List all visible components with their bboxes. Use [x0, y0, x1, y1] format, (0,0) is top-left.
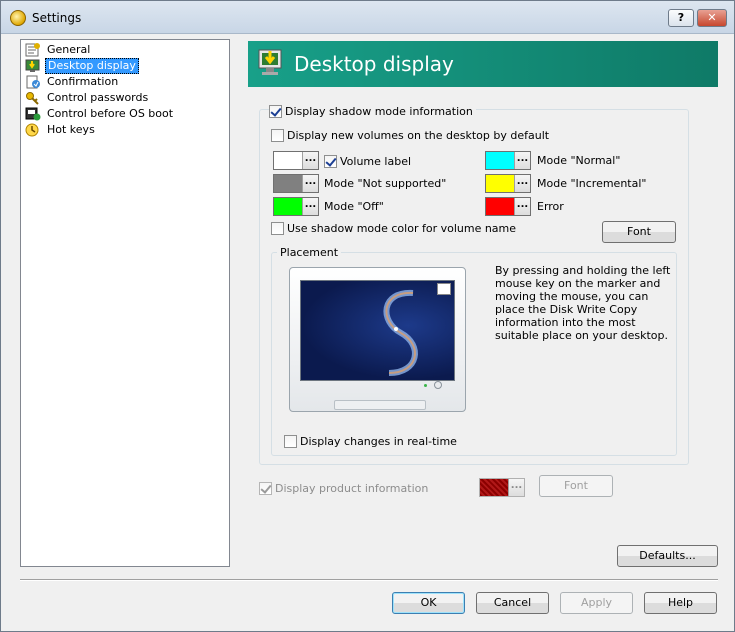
- color-swatch: [274, 175, 302, 192]
- color-browse-button[interactable]: ...: [302, 198, 318, 215]
- settings-app-icon: [10, 10, 26, 26]
- monitor-preview: [289, 267, 466, 412]
- checkbox-label: Display changes in real-time: [300, 434, 457, 448]
- hotkeys-icon: [25, 123, 41, 137]
- mode-normal-color-picker[interactable]: ...: [485, 151, 531, 170]
- monitor-base: [334, 400, 426, 410]
- ok-button[interactable]: OK: [392, 592, 465, 614]
- cancel-button[interactable]: Cancel: [476, 592, 549, 614]
- placement-description: By pressing and holding the left mouse k…: [495, 264, 671, 342]
- tree-item-desktop-display[interactable]: Desktop display: [25, 58, 139, 74]
- close-button[interactable]: ✕: [697, 9, 727, 27]
- page-title: Desktop display: [294, 52, 454, 76]
- color-swatch: [486, 175, 514, 192]
- volume-label-checkbox[interactable]: Volume label: [324, 154, 411, 168]
- desktop-icon: [25, 59, 41, 73]
- color-swatch: [274, 152, 302, 169]
- checkbox-box[interactable]: [259, 481, 272, 495]
- placement-label: Placement: [277, 246, 342, 259]
- use-shadow-color-checkbox[interactable]: Use shadow mode color for volume name: [271, 221, 516, 235]
- tree-item-control-before-os-boot[interactable]: Control before OS boot: [25, 106, 175, 122]
- settings-window: Settings ? ✕ General Desktop display Con…: [0, 0, 735, 632]
- boot-icon: [25, 107, 41, 121]
- wallpaper-swirl-icon: [383, 289, 418, 376]
- tree-item-label: Hot keys: [47, 123, 95, 136]
- mode-normal-label: Mode "Normal": [537, 154, 621, 167]
- checkbox-box[interactable]: [271, 221, 284, 235]
- mode-off-color-picker[interactable]: ...: [273, 197, 319, 216]
- checkbox-label: Volume label: [340, 154, 412, 168]
- power-button-icon: [434, 381, 442, 389]
- tree-item-label: Control before OS boot: [47, 107, 174, 120]
- power-led-icon: [424, 384, 427, 387]
- tree-item-label: Control passwords: [47, 91, 149, 104]
- volume-label-color-picker[interactable]: ...: [273, 151, 319, 170]
- color-browse-button[interactable]: ...: [508, 479, 524, 496]
- checkbox-label: Display shadow mode information: [285, 104, 473, 118]
- tree-item-label: Confirmation: [47, 75, 119, 88]
- display-shadow-mode-checkbox[interactable]: Display shadow mode information: [269, 104, 476, 118]
- product-info-color-picker[interactable]: ...: [479, 478, 525, 497]
- display-product-info-checkbox[interactable]: Display product information: [259, 481, 428, 495]
- tree-item-confirmation[interactable]: Confirmation: [25, 74, 120, 90]
- mode-incremental-color-picker[interactable]: ...: [485, 174, 531, 193]
- font-button[interactable]: Font: [602, 221, 676, 243]
- mode-incremental-label: Mode "Incremental": [537, 177, 647, 190]
- tree-item-label: General: [47, 43, 91, 56]
- checkbox-box[interactable]: [269, 104, 282, 118]
- color-browse-button[interactable]: ...: [514, 175, 530, 192]
- checkbox-label: Display new volumes on the desktop by de…: [287, 128, 550, 142]
- title-bar[interactable]: Settings ? ✕: [1, 1, 734, 34]
- desktop-display-icon: [258, 46, 284, 80]
- defaults-button[interactable]: Defaults...: [617, 545, 718, 567]
- tree-item-hot-keys[interactable]: Hot keys: [25, 122, 97, 138]
- help-title-button[interactable]: ?: [668, 9, 694, 27]
- confirmation-icon: [25, 75, 41, 89]
- checkbox-box[interactable]: [271, 128, 284, 142]
- tree-item-control-passwords[interactable]: Control passwords: [25, 90, 150, 106]
- color-swatch: [486, 152, 514, 169]
- color-swatch: [486, 198, 514, 215]
- display-new-volumes-checkbox[interactable]: Display new volumes on the desktop by de…: [271, 128, 549, 142]
- tree-item-label: Desktop display: [45, 58, 139, 74]
- checkbox-box[interactable]: [324, 154, 337, 168]
- mode-not-supported-label: Mode "Not supported": [324, 177, 447, 190]
- desktop-preview-screen: [300, 280, 455, 381]
- color-browse-button[interactable]: ...: [302, 152, 318, 169]
- checkbox-label: Display product information: [275, 481, 429, 495]
- color-browse-button[interactable]: ...: [514, 152, 530, 169]
- realtime-changes-checkbox[interactable]: Display changes in real-time: [284, 434, 457, 448]
- separator: [20, 579, 718, 581]
- settings-icon: [25, 43, 41, 57]
- error-color-picker[interactable]: ...: [485, 197, 531, 216]
- checkbox-label: Use shadow mode color for volume name: [287, 221, 517, 235]
- color-swatch: [274, 198, 302, 215]
- color-browse-button[interactable]: ...: [514, 198, 530, 215]
- apply-button[interactable]: Apply: [560, 592, 633, 614]
- product-font-button[interactable]: Font: [539, 475, 613, 497]
- page-header-banner: Desktop display: [248, 41, 718, 87]
- mode-off-label: Mode "Off": [324, 200, 384, 213]
- settings-tree: General Desktop display Confirmation Con…: [20, 39, 230, 567]
- key-icon: [25, 91, 41, 105]
- color-browse-button[interactable]: ...: [302, 175, 318, 192]
- color-swatch: [480, 479, 508, 496]
- checkbox-box[interactable]: [284, 434, 297, 448]
- placement-marker[interactable]: [437, 283, 451, 295]
- mode-not-supported-color-picker[interactable]: ...: [273, 174, 319, 193]
- window-title: Settings: [32, 11, 82, 25]
- error-label: Error: [537, 200, 564, 213]
- help-button[interactable]: Help: [644, 592, 717, 614]
- tree-item-general[interactable]: General: [25, 42, 92, 58]
